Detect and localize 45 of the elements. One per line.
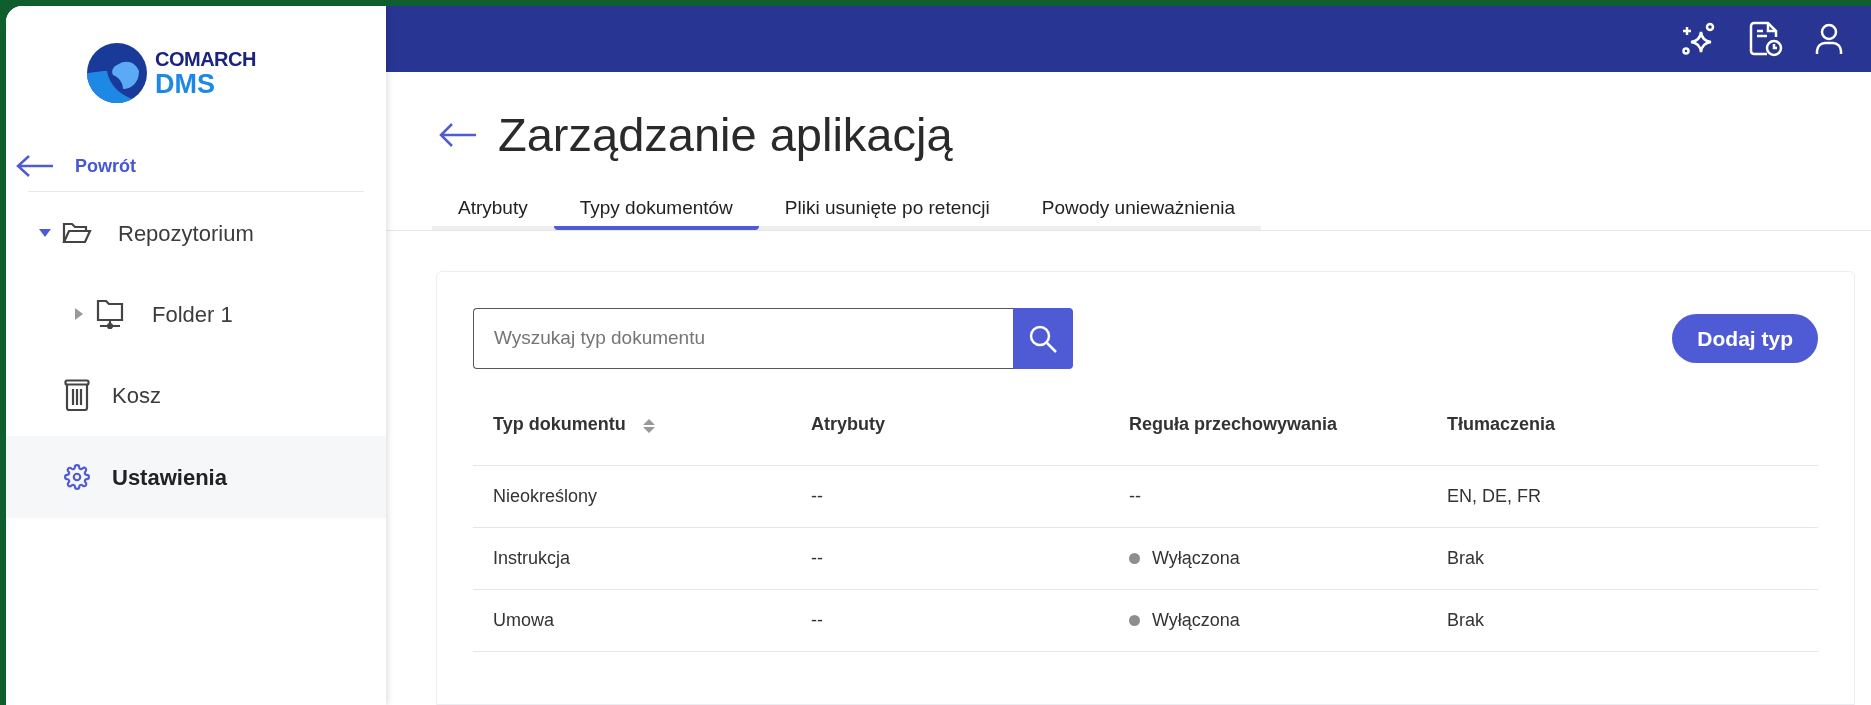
table-cell-text: Wyłączona [1152,608,1240,632]
logo-brand: COMARCH [155,49,256,69]
nav-item[interactable]: Ustawienia [6,436,386,518]
column-header: Typ dokumentu [493,413,626,437]
back-arrow-icon[interactable] [438,122,478,148]
settings-icon [64,464,90,490]
column-header: Tłumaczenia [1447,413,1556,437]
column-header: Atrybuty [811,413,885,437]
back-arrow-icon [15,154,55,178]
table-cell-text: Nieokreślony [493,484,598,508]
tab[interactable]: Powody unieważnienia [1015,184,1262,230]
caret-right-icon[interactable] [74,307,84,321]
sparkles-icon[interactable] [1681,22,1717,56]
document-clock-icon[interactable] [1749,21,1783,57]
sort-icon[interactable] [641,417,656,434]
table-cell-text: Brak [1447,608,1484,632]
tab[interactable]: Typy dokumentów [553,184,759,230]
user-icon[interactable] [1815,23,1843,55]
table-cell-text: -- [811,484,823,508]
page-title: Zarządzanie aplikacją [498,106,953,163]
search-field[interactable]: Wyszukaj typ dokumentu [473,308,1013,369]
table-cell-text: EN, DE, FR [1447,484,1541,508]
table-cell-text: Wyłączona [1152,546,1240,570]
table-cell-text: Brak [1447,546,1484,570]
network-folder-icon [96,298,124,330]
table-cell-text: -- [811,546,823,570]
tree-item[interactable]: Folder 1 [6,274,386,354]
trash-icon [64,379,90,411]
back-link[interactable]: Powrót [6,146,386,186]
search-button[interactable] [1013,308,1073,369]
table-cell-text: -- [811,608,823,632]
caret-down-icon[interactable] [38,228,52,238]
nav-item[interactable]: Kosz [6,354,386,436]
tree-item[interactable]: Repozytorium [6,192,386,274]
table-cell-text: -- [1129,484,1141,508]
tab[interactable]: Atrybuty [432,184,554,230]
logo-product: DMS [155,71,216,98]
column-header: Reguła przechowywania [1129,413,1338,437]
logo-icon [87,43,147,103]
open-folder-icon [62,221,92,245]
search-icon [1028,323,1058,354]
table-cell-text: Umowa [493,608,554,632]
tab[interactable]: Pliki usunięte po retencji [758,184,1016,230]
table-cell-text: Instrukcja [493,546,571,570]
add-type-button[interactable]: Dodaj typ [1672,314,1818,363]
